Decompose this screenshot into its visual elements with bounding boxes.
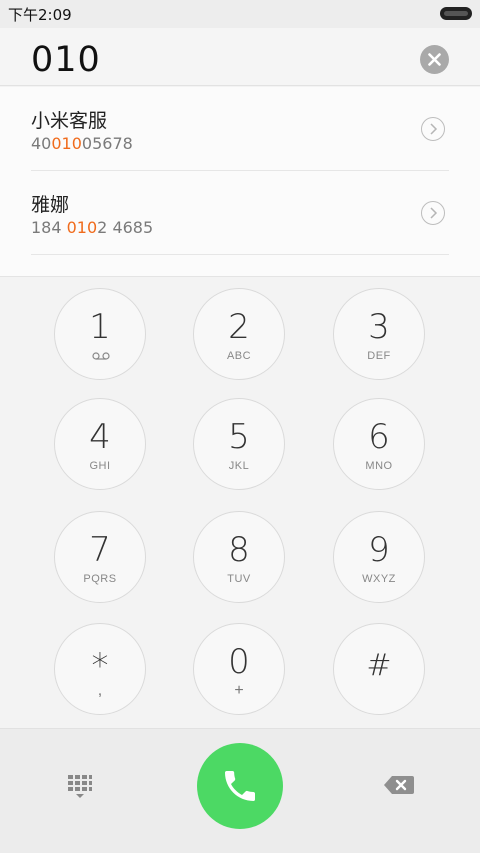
key-3[interactable]: 3 DEF xyxy=(333,288,425,380)
backspace-icon[interactable] xyxy=(383,773,415,797)
key-digit: 1 xyxy=(89,307,111,347)
dialpad-icon[interactable] xyxy=(66,772,94,800)
key-letters: GHI xyxy=(89,460,111,472)
key-letters: PQRS xyxy=(83,573,117,585)
contact-name: 小米客服 xyxy=(31,110,108,132)
chevron-right-icon xyxy=(430,207,438,219)
call-button[interactable] xyxy=(197,743,283,829)
matched-digits: 010 xyxy=(66,218,98,237)
dialed-number: 010 xyxy=(31,40,101,80)
key-digit: 3 xyxy=(368,307,390,347)
contact-name: 雅娜 xyxy=(31,194,70,216)
key-7[interactable]: 7 PQRS xyxy=(54,511,146,603)
matched-digits: 010 xyxy=(51,134,82,153)
key-letters: + xyxy=(234,682,244,699)
bottom-action-bar xyxy=(0,728,480,853)
key-4[interactable]: 4 GHI xyxy=(54,398,146,490)
key-digit: 9 xyxy=(368,530,390,570)
key-letters: JKL xyxy=(228,460,250,472)
voicemail-icon xyxy=(92,352,110,360)
contact-detail-button[interactable] xyxy=(421,201,445,225)
chevron-right-icon xyxy=(430,123,438,135)
key-6[interactable]: 6 MNO xyxy=(333,398,425,490)
status-time: 下午2:09 xyxy=(8,6,72,24)
key-letters: ABC xyxy=(226,350,252,362)
key-digit: 2 xyxy=(228,307,250,347)
key-1[interactable]: 1 xyxy=(54,288,146,380)
number-display-bar: 010 xyxy=(0,28,480,86)
key-hash[interactable]: # xyxy=(333,623,425,715)
contact-detail-button[interactable] xyxy=(421,117,445,141)
clear-icon xyxy=(428,53,441,66)
key-letters: WXYZ xyxy=(362,573,396,585)
key-star[interactable]: * , xyxy=(54,623,146,715)
phone-icon xyxy=(225,771,255,801)
key-5[interactable]: 5 JKL xyxy=(193,398,285,490)
key-letters: MNO xyxy=(365,460,393,472)
key-letters: TUV xyxy=(227,573,251,585)
key-digit: 4 xyxy=(89,417,111,457)
contact-results-list: 小米客服 4001005678 雅娜 184 0102 4685 xyxy=(0,87,480,277)
contact-result-item[interactable]: 小米客服 4001005678 xyxy=(31,87,449,171)
key-digit: 0 xyxy=(228,642,250,682)
key-0[interactable]: 0 + xyxy=(193,623,285,715)
key-8[interactable]: 8 TUV xyxy=(193,511,285,603)
key-9[interactable]: 9 WXYZ xyxy=(333,511,425,603)
battery-icon xyxy=(440,7,472,20)
key-digit: # xyxy=(366,648,392,683)
key-digit: 8 xyxy=(228,530,250,570)
dial-keypad: 1 2 ABC 3 DEF 4 GHI 5 JKL 6 MNO 7 PQRS 8… xyxy=(0,278,480,728)
contact-number: 184 0102 4685 xyxy=(31,218,154,237)
key-2[interactable]: 2 ABC xyxy=(193,288,285,380)
key-digit: 7 xyxy=(89,530,111,570)
status-bar: 下午2:09 xyxy=(0,0,480,28)
contact-result-item[interactable]: 雅娜 184 0102 4685 xyxy=(31,171,449,255)
contact-number: 4001005678 xyxy=(31,134,133,153)
key-digit: 6 xyxy=(368,417,390,457)
key-digit: 5 xyxy=(228,417,250,457)
key-letters: DEF xyxy=(367,350,391,362)
key-letters: , xyxy=(97,682,103,699)
clear-number-button[interactable] xyxy=(420,45,449,74)
key-digit: * xyxy=(91,646,109,686)
